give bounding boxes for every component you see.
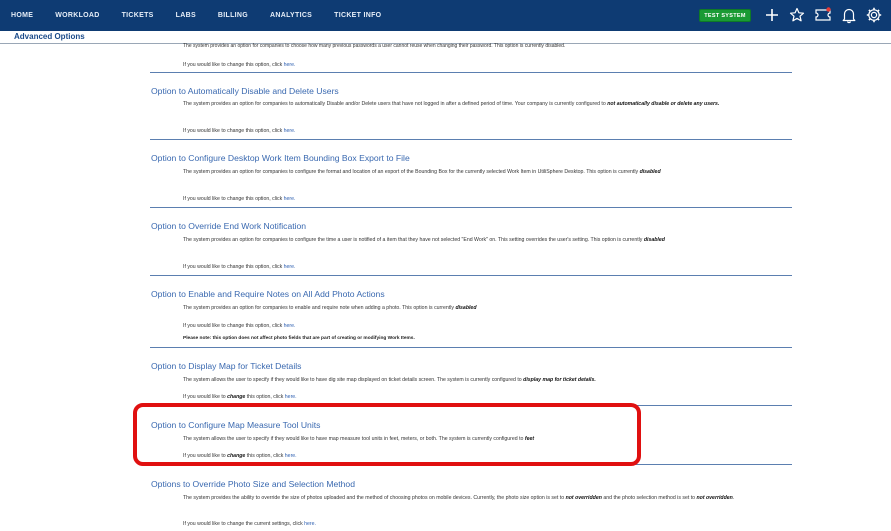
intro-link-line: If you would like to change this option,… (183, 62, 296, 68)
ticket-icon[interactable] (814, 6, 832, 24)
top-nav-bar: HOME WORKLOAD TICKETS LABS BILLING ANALY… (0, 0, 891, 31)
nav-ticket-info[interactable]: TICKET INFO (334, 12, 381, 19)
section-link-line: If you would like to change this option,… (183, 196, 296, 202)
section-note: Please note: this option does not affect… (183, 336, 415, 341)
here-link[interactable]: here. (304, 521, 316, 527)
section-link-line: If you would like to change this option,… (183, 264, 296, 270)
nav-home[interactable]: HOME (11, 12, 33, 19)
nav-workload[interactable]: WORKLOAD (55, 12, 99, 19)
section-title-display-map: Option to Display Map for Ticket Details (151, 361, 302, 371)
section-title-photo-size: Options to Override Photo Size and Selec… (151, 479, 355, 489)
page-title: Advanced Options (14, 32, 85, 41)
here-link[interactable]: here. (284, 128, 296, 134)
section-link-line: If you would like to change this option,… (183, 394, 297, 400)
section-description: The system allows the user to specify if… (183, 377, 596, 383)
gear-icon[interactable] (865, 6, 883, 24)
highlight-box (133, 403, 641, 466)
section-description: The system provides an option for compan… (183, 237, 665, 243)
bell-icon[interactable] (840, 6, 858, 24)
section-link-line: If you would like to change this option,… (183, 128, 296, 134)
here-link[interactable]: here. (285, 394, 297, 400)
divider (150, 72, 792, 73)
here-link[interactable]: here. (284, 323, 296, 329)
section-link-line: If you would like to change the current … (183, 521, 316, 527)
nav-tickets[interactable]: TICKETS (122, 12, 154, 19)
nav-billing[interactable]: BILLING (218, 12, 248, 19)
nav-items: HOME WORKLOAD TICKETS LABS BILLING ANALY… (0, 0, 403, 31)
section-title-end-work-notification: Option to Override End Work Notification (151, 221, 307, 231)
test-system-badge[interactable]: TEST SYSTEM (699, 9, 751, 22)
section-title-photo-notes: Option to Enable and Require Notes on Al… (151, 289, 385, 299)
section-description: The system provides the ability to overr… (183, 495, 735, 501)
intro-description: The system provides an option for compan… (183, 43, 566, 49)
section-description: The system provides an option for compan… (183, 305, 477, 311)
section-title-bounding-box-export: Option to Configure Desktop Work Item Bo… (151, 153, 410, 163)
star-icon[interactable] (788, 6, 806, 24)
intro-here-link[interactable]: here. (284, 62, 296, 68)
section-title-disable-delete-users: Option to Automatically Disable and Dele… (151, 86, 339, 96)
plus-icon[interactable] (763, 6, 781, 24)
divider (150, 275, 792, 276)
section-description: The system provides an option for compan… (183, 101, 720, 107)
here-link[interactable]: here. (284, 196, 296, 202)
nav-analytics[interactable]: ANALYTICS (270, 12, 312, 19)
divider (150, 207, 792, 208)
section-description: The system provides an option for compan… (183, 169, 661, 175)
divider (150, 347, 792, 348)
section-link-line: If you would like to change this option,… (183, 323, 296, 329)
nav-labs[interactable]: LABS (176, 12, 196, 19)
here-link[interactable]: here. (284, 264, 296, 270)
divider (150, 139, 792, 140)
